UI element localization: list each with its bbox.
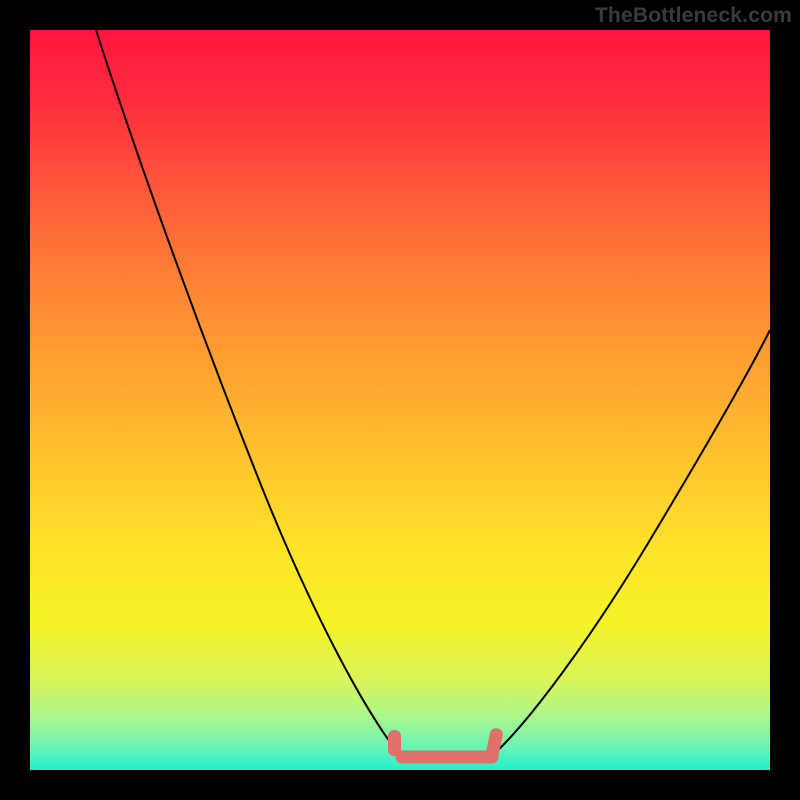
chart-svg — [30, 30, 770, 770]
right-nub — [485, 727, 504, 759]
plot-area — [30, 30, 770, 770]
left-curve — [96, 30, 398, 752]
left-nub — [388, 730, 401, 756]
chart-frame: TheBottleneck.com — [0, 0, 800, 800]
right-curve — [496, 330, 770, 752]
watermark-text: TheBottleneck.com — [595, 4, 792, 28]
